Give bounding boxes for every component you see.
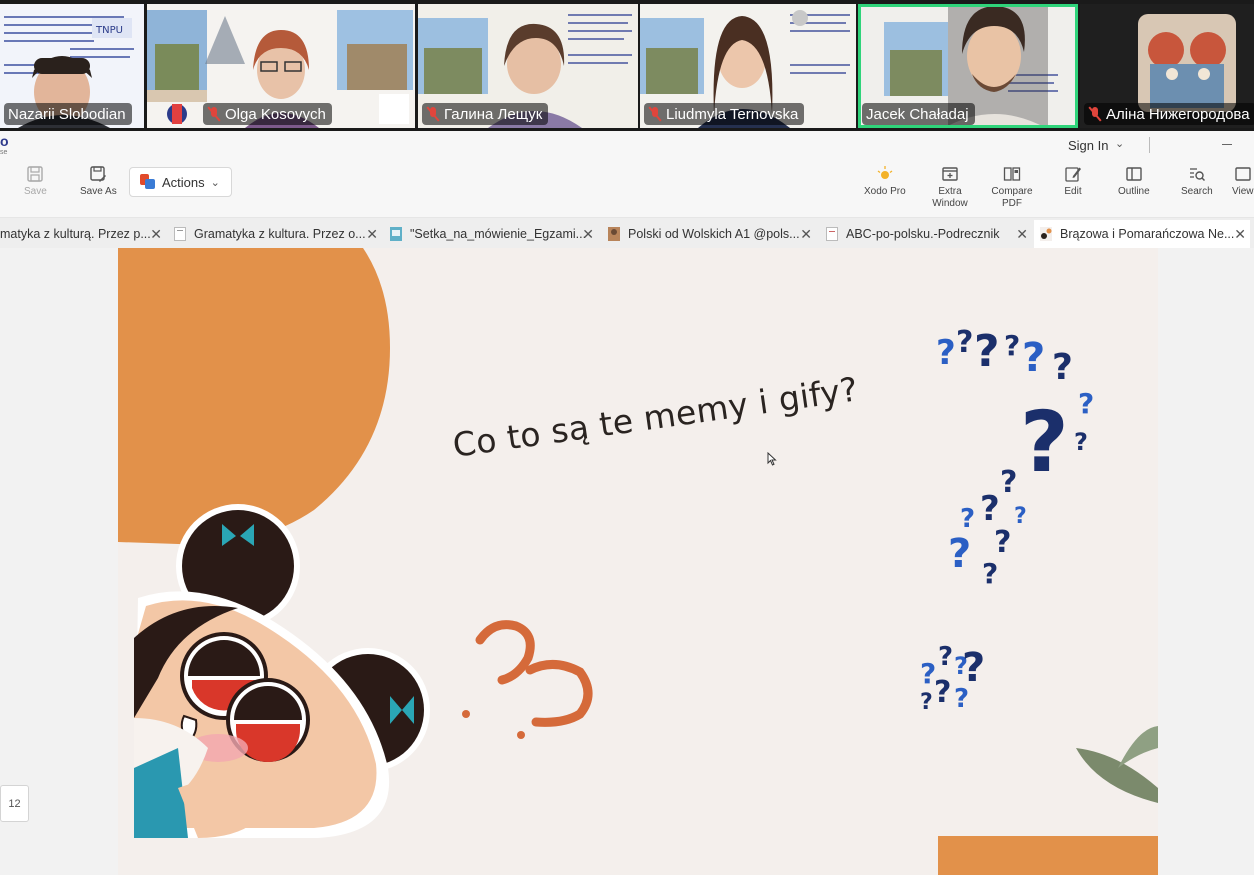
close-icon[interactable]: ✕ — [1016, 226, 1028, 243]
outline-button[interactable]: Outline — [1118, 165, 1150, 198]
mic-muted-icon — [648, 106, 662, 122]
participant-name-tag: Liudmyla Ternovska — [644, 103, 805, 125]
edit-button[interactable]: Edit — [1064, 165, 1082, 198]
document-tab-bar: matyka z kulturą. Przez p... ✕ Gramatyka… — [0, 218, 1254, 248]
crown-sparkle-icon — [877, 166, 893, 179]
document-icon — [826, 227, 838, 241]
participant-tile[interactable]: Галина Лещук — [418, 4, 638, 128]
document-tab[interactable]: "Setka_na_mówienie_Egzami... ✕ — [384, 220, 598, 248]
close-icon[interactable]: ✕ — [582, 226, 594, 243]
orange-question-doodle — [462, 620, 593, 739]
tab-label: ABC-po-polsku.-Podrecznik — [846, 227, 1000, 241]
question-mark-cluster-small: ? ? ? ? ? ? ? — [920, 642, 986, 715]
app-logo: o — [0, 133, 9, 149]
participant-name-tag: Olga Kosovych — [203, 103, 332, 125]
participant-tile[interactable]: TNPU Nazarii Slobodian — [0, 4, 144, 128]
document-thumbnail-icon — [1040, 227, 1052, 241]
document-tab[interactable]: matyka z kulturą. Przez p... ✕ — [0, 220, 166, 248]
save-as-icon — [90, 166, 107, 182]
tab-label: matyka z kulturą. Przez p... — [0, 227, 151, 241]
tab-label: Brązowa i Pomarańczowa Ne... — [1060, 227, 1235, 241]
xodo-pro-label: Xodo Pro — [864, 186, 906, 197]
new-window-icon — [942, 167, 958, 181]
save-label: Save — [24, 186, 47, 197]
edit-pencil-icon — [1065, 167, 1081, 182]
xodo-pro-button[interactable]: Xodo Pro — [864, 165, 906, 198]
question-mark-cluster-large: ? ? ? ? ? ? ? ? ? ? ? ? ? ? ? ? — [936, 325, 1095, 590]
participant-tile[interactable]: Olga Kosovych — [147, 4, 415, 128]
extra-window-button[interactable]: Extra Window — [928, 165, 972, 210]
save-as-button[interactable]: Save As — [80, 165, 117, 198]
document-icon — [174, 227, 186, 241]
participant-name: Liudmyla Ternovska — [666, 105, 799, 123]
video-strip: TNPU Nazarii Slobodian Olga Kosovych Гал… — [0, 0, 1254, 131]
sidebar-panel-icon — [1126, 167, 1142, 181]
outline-label: Outline — [1118, 186, 1150, 197]
compare-icon — [1003, 167, 1021, 181]
chevron-down-icon[interactable]: ⌄ — [1115, 137, 1124, 150]
mic-muted-icon — [207, 106, 221, 122]
document-tab[interactable]: Polski od Wolskich A1 @pols... ✕ — [602, 220, 816, 248]
participant-tile-active[interactable]: Jacek Chaładaj — [858, 4, 1078, 128]
participant-tile[interactable]: Аліна Нижегородова — [1080, 4, 1254, 128]
participant-name: Галина Лещук — [444, 105, 543, 123]
participant-name-tag: Аліна Нижегородова — [1084, 103, 1254, 125]
sign-in-button[interactable]: Sign In — [1068, 138, 1108, 153]
main-toolbar: Save Save As Actions ⌄ Xodo Pro Extra Wi… — [0, 161, 1254, 218]
document-thumbnail-icon — [608, 227, 620, 241]
presentation-slide: ? ? ? ? ? ? ? ? ? ? ? ? ? ? ? ? ? ? ? ? … — [118, 248, 1158, 875]
view-icon — [1235, 167, 1251, 181]
participant-name: Аліна Нижегородова — [1106, 105, 1250, 123]
tab-label: Gramatyka z kultura. Przez o... — [194, 227, 366, 241]
close-icon[interactable]: ✕ — [800, 226, 812, 243]
plant-leaves-shape — [1076, 726, 1158, 803]
participant-name-tag: Галина Лещук — [422, 103, 549, 125]
participant-name-tag: Jacek Chaładaj — [862, 103, 975, 125]
actions-dropdown[interactable]: Actions ⌄ — [129, 167, 232, 197]
search-icon — [1189, 168, 1205, 182]
titlebar-divider — [1149, 137, 1150, 153]
viewer-bottom-edge — [0, 875, 1254, 883]
chevron-down-icon: ⌄ — [210, 176, 220, 189]
mic-muted-icon — [426, 106, 440, 122]
participant-name: Jacek Chaładaj — [866, 105, 969, 123]
extra-window-label: Extra Window — [932, 186, 968, 209]
actions-label: Actions — [162, 174, 205, 190]
svg-text:TNPU: TNPU — [95, 25, 123, 36]
app-logo-subtext: se — [0, 149, 8, 156]
actions-icon — [140, 174, 156, 190]
participant-tile[interactable]: Liudmyla Ternovska — [640, 4, 856, 128]
mic-muted-icon — [1088, 106, 1102, 122]
view-label: View — [1232, 186, 1254, 197]
orange-circle-shape — [118, 248, 390, 545]
compare-pdf-button[interactable]: Compare PDF — [988, 165, 1036, 210]
mouse-cursor-icon — [767, 452, 777, 466]
tab-label: Polski od Wolskich A1 @pols... — [628, 227, 800, 241]
view-button[interactable]: View — [1232, 165, 1254, 198]
search-button[interactable]: Search — [1181, 165, 1213, 198]
participant-name-tag: Nazarii Slobodian — [4, 103, 132, 125]
orange-block-shape — [938, 836, 1158, 875]
document-viewer[interactable]: ? ? ? ? ? ? ? ? ? ? ? ? ? ? ? ? ? ? ? ? … — [0, 248, 1254, 883]
cartoon-girl-illustration — [134, 504, 430, 838]
close-icon[interactable]: ✕ — [366, 226, 378, 243]
search-label: Search — [1181, 186, 1213, 197]
edit-label: Edit — [1064, 186, 1082, 197]
participant-name: Olga Kosovych — [225, 105, 326, 123]
document-thumbnail-icon — [390, 227, 402, 241]
save-as-label: Save As — [80, 186, 117, 197]
tab-label: "Setka_na_mówienie_Egzami... — [410, 227, 587, 241]
document-tab[interactable]: ABC-po-polsku.-Podrecznik ✕ — [820, 220, 1032, 248]
save-button[interactable]: Save — [24, 165, 47, 198]
page-number-indicator[interactable]: 12 — [0, 785, 29, 822]
document-tab-active[interactable]: Brązowa i Pomarańczowa Ne... ✕ — [1034, 220, 1250, 248]
compare-pdf-label: Compare PDF — [991, 186, 1033, 209]
close-icon[interactable]: ✕ — [150, 226, 162, 243]
participant-name: Nazarii Slobodian — [8, 105, 126, 123]
close-icon[interactable]: ✕ — [1234, 226, 1246, 243]
app-titlebar: o se Sign In ⌄ — [0, 131, 1254, 161]
document-tab[interactable]: Gramatyka z kultura. Przez o... ✕ — [168, 220, 382, 248]
floppy-disk-icon — [27, 166, 44, 182]
minimize-icon[interactable] — [1222, 144, 1232, 145]
